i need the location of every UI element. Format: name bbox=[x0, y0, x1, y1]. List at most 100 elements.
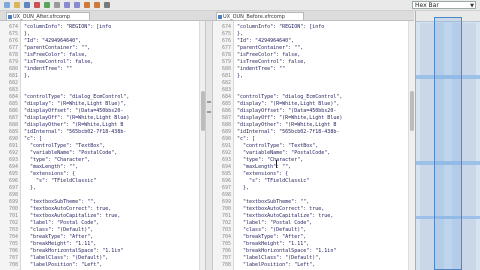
refresh-icon[interactable] bbox=[44, 2, 50, 8]
line-number: 699 bbox=[221, 199, 231, 205]
right-editor-pane[interactable]: 674 675 676 677 678 679 680 681 682 683 684 685 686 6… bbox=[213, 21, 414, 270]
code-line: }, bbox=[24, 185, 37, 191]
tab-left-file[interactable]: UX_OUN_After.xfrcomp bbox=[6, 12, 90, 20]
tab-bar: UX_OUN_After.xfrcomp UX_OUN_Before.xfrco… bbox=[0, 11, 414, 21]
line-number: 680 bbox=[221, 66, 231, 72]
line-number: 678 bbox=[221, 52, 231, 58]
overview-viewport[interactable] bbox=[434, 17, 462, 270]
code-line: "textboxSubTheme": "", bbox=[24, 199, 97, 205]
code-line: "displayOther": "(R=White,Light B bbox=[24, 122, 124, 128]
line-number: 706 bbox=[221, 248, 231, 254]
line-number: 688 bbox=[8, 122, 18, 128]
line-number: 694 bbox=[8, 164, 18, 170]
code-line: "label": "Postal Code", bbox=[24, 220, 100, 226]
code-line: "textboxAutoCorrect": true, bbox=[237, 206, 325, 212]
code-line: "textboxAutoCapitalize": true, bbox=[24, 213, 121, 219]
line-number: 703 bbox=[8, 227, 18, 233]
code-line: "variableName": "PostalCode", bbox=[237, 150, 331, 156]
file-icon bbox=[8, 15, 12, 19]
prev-diff-icon[interactable] bbox=[64, 2, 70, 8]
code-line: "label": "Postal Code", bbox=[237, 220, 313, 226]
line-number: 685 bbox=[8, 101, 18, 107]
code-line: "variableName": "PostalCode", bbox=[24, 150, 118, 156]
line-number: 679 bbox=[221, 59, 231, 65]
code-line: }, bbox=[237, 185, 250, 191]
line-number: 697 bbox=[8, 185, 18, 191]
code-line: "indentTree": "" bbox=[24, 66, 73, 72]
code-line: "controlType": "TextBox", bbox=[24, 143, 106, 149]
line-number: 693 bbox=[221, 157, 231, 163]
line-number: 679 bbox=[8, 59, 18, 65]
line-number: 707 bbox=[221, 255, 231, 261]
line-number: 687 bbox=[221, 115, 231, 121]
code-line: "Id": "4294964640", bbox=[237, 38, 295, 44]
line-number: 696 bbox=[221, 178, 231, 184]
line-number: 690 bbox=[8, 136, 18, 142]
line-number: 678 bbox=[8, 52, 18, 58]
code-line: }, bbox=[24, 73, 31, 79]
code-line: }, bbox=[237, 31, 244, 37]
code-line: "display": "(R=White,Light Blue)", bbox=[24, 101, 127, 107]
line-number: 708 bbox=[221, 262, 231, 268]
pane-divider[interactable] bbox=[205, 21, 213, 270]
save-icon[interactable] bbox=[24, 2, 30, 8]
compare-icon[interactable] bbox=[34, 2, 40, 8]
right-scroll-thumb[interactable] bbox=[410, 91, 414, 131]
line-number: 701 bbox=[8, 213, 18, 219]
code-line: "labelPosition": "Left", bbox=[237, 262, 316, 268]
left-line-gutter: 674 675 676 677 678 679 680 681 682 683 684 685 686 6… bbox=[0, 21, 21, 270]
toolbar: Hex Bar ▼ bbox=[0, 0, 480, 11]
code-line: "isTreeControl": false, bbox=[237, 59, 307, 65]
line-number: 688 bbox=[221, 122, 231, 128]
diff-overview-map[interactable] bbox=[415, 11, 480, 270]
code-line: "isFreeColor": false, bbox=[237, 52, 301, 58]
line-number: 676 bbox=[221, 38, 231, 44]
code-line: "controlType": "dialog_EcmControl", bbox=[237, 94, 343, 100]
code-line: "type": "Character", bbox=[24, 157, 91, 163]
tab-right-file[interactable]: UX_OUN_Before.xfrcomp bbox=[216, 12, 304, 20]
view-select[interactable]: Hex Bar ▼ bbox=[412, 1, 476, 9]
code-line: }, bbox=[237, 73, 244, 79]
code-line: "class": "(Default)", bbox=[237, 227, 307, 233]
line-number: 681 bbox=[221, 73, 231, 79]
swap-icon[interactable] bbox=[54, 2, 60, 8]
code-line: "textboxAutoCorrect": true, bbox=[24, 206, 112, 212]
code-line: "textboxAutoCapitalize": true, bbox=[237, 213, 334, 219]
next-diff-icon[interactable] bbox=[74, 2, 80, 8]
code-line: "controlType": "dialog_EcmControl", bbox=[24, 94, 130, 100]
line-number: 704 bbox=[8, 234, 18, 240]
line-number: 704 bbox=[221, 234, 231, 240]
chevron-down-icon: ▼ bbox=[470, 3, 474, 9]
code-line: "isTreeControl": false, bbox=[24, 59, 94, 65]
code-line: "s": "TFieldClassic" bbox=[24, 178, 97, 184]
line-number: 691 bbox=[8, 143, 18, 149]
code-line: }, bbox=[24, 31, 31, 37]
options-icon[interactable] bbox=[104, 2, 110, 8]
line-number: 686 bbox=[221, 108, 231, 114]
line-number: 685 bbox=[221, 101, 231, 107]
line-number: 691 bbox=[221, 143, 231, 149]
open-folder-icon[interactable] bbox=[14, 2, 20, 8]
code-line: "controlType": "TextBox", bbox=[237, 143, 319, 149]
line-number: 675 bbox=[8, 31, 18, 37]
line-number: 705 bbox=[8, 241, 18, 247]
code-line: "class": "(Default)", bbox=[24, 227, 94, 233]
copy-right-icon[interactable] bbox=[94, 2, 100, 8]
left-editor-pane[interactable]: 674 675 676 677 678 679 680 681 682 683 684 685 686 6… bbox=[0, 21, 205, 270]
copy-left-icon[interactable] bbox=[84, 2, 90, 8]
code-line: "labelClass": "(Default)", bbox=[24, 255, 109, 261]
code-line: "displayOther": "(R=White,Light B bbox=[237, 122, 337, 128]
file-icon bbox=[218, 15, 222, 19]
line-number: 682 bbox=[221, 80, 231, 86]
diff-marker bbox=[207, 111, 211, 113]
new-file-icon[interactable] bbox=[4, 2, 10, 8]
line-number: 708 bbox=[8, 262, 18, 268]
code-line: "breakHeight": "1.11", bbox=[237, 241, 310, 247]
line-number: 677 bbox=[8, 45, 18, 51]
right-vertical-scrollbar[interactable] bbox=[408, 21, 414, 270]
line-number: 684 bbox=[8, 94, 18, 100]
view-select-value: Hex Bar bbox=[415, 2, 439, 9]
line-number: 682 bbox=[8, 80, 18, 86]
line-number: 698 bbox=[8, 192, 18, 198]
code-line: "Id": "4294964640", bbox=[24, 38, 82, 44]
